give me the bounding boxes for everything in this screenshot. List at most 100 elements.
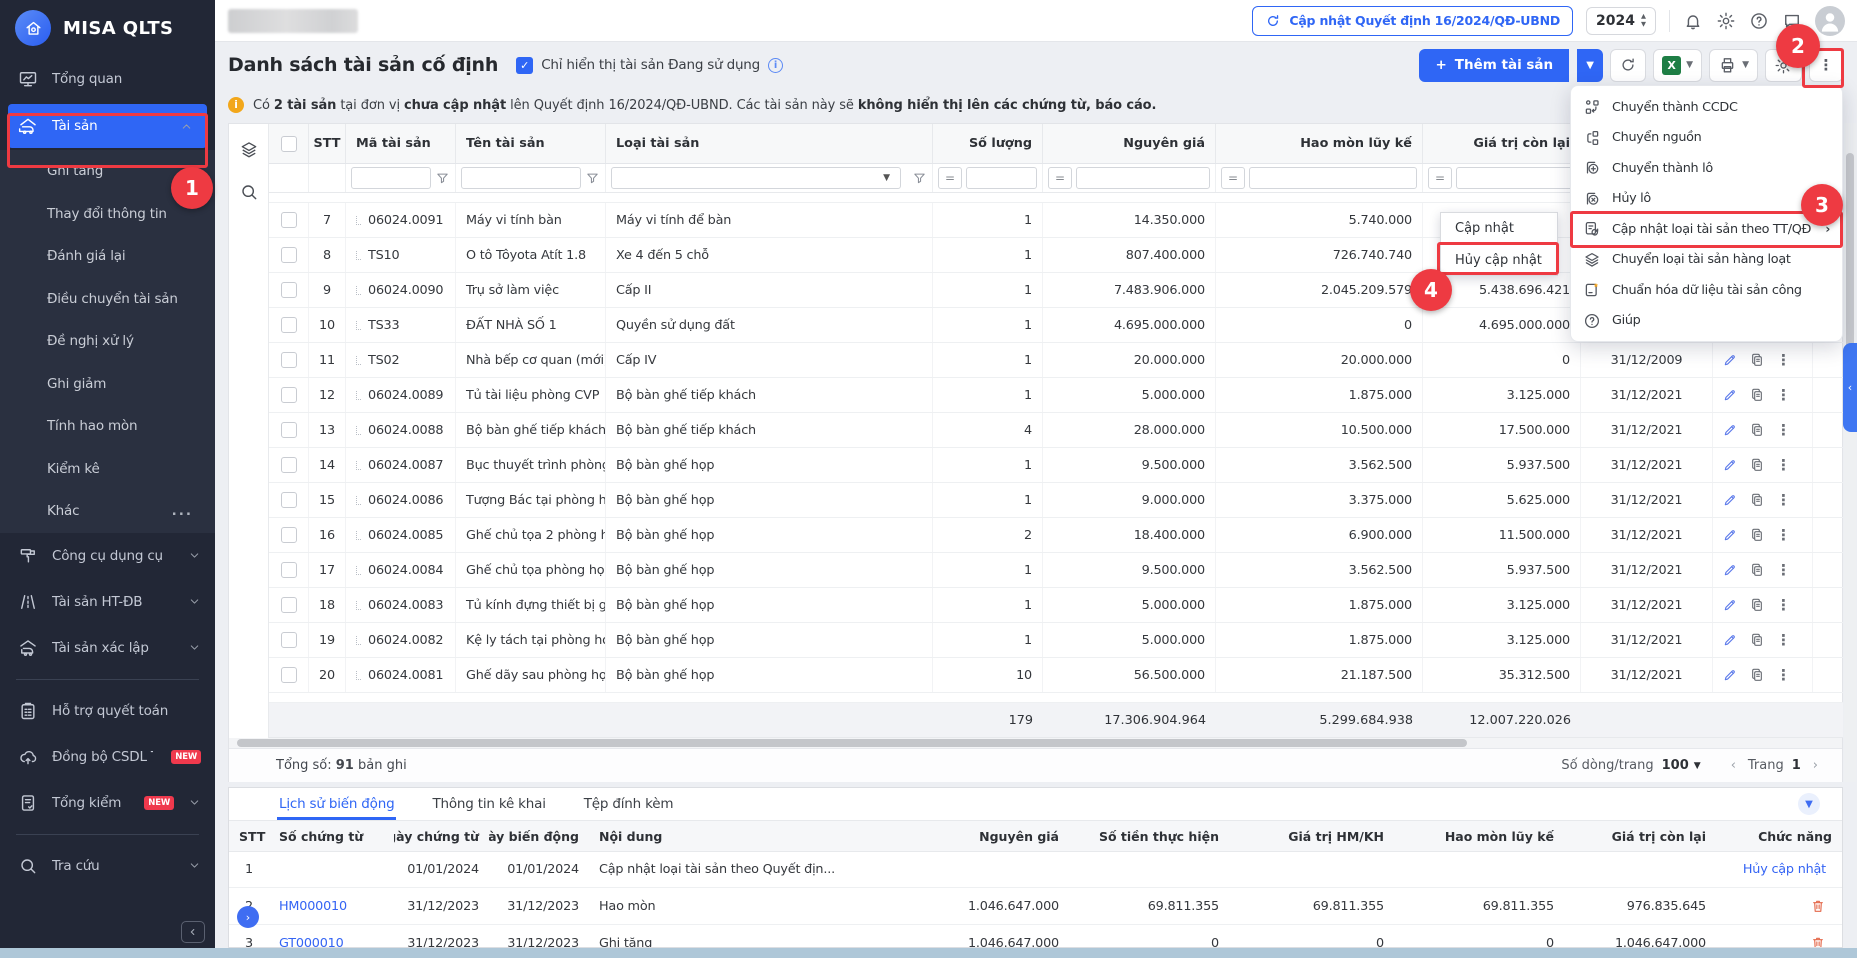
row-menu-icon[interactable]: ⋮ bbox=[1776, 526, 1791, 544]
sidebar-subitem[interactable]: Khác... bbox=[0, 490, 215, 533]
sidebar-collapse-button[interactable] bbox=[181, 921, 205, 943]
sidebar-item[interactable]: Tổng quan bbox=[0, 56, 215, 102]
drag-handle-icon[interactable] bbox=[356, 461, 361, 470]
filter-code[interactable] bbox=[346, 164, 456, 192]
tab-tệp-đính-kèm[interactable]: Tệp đính kèm bbox=[582, 790, 676, 820]
drag-handle-icon[interactable] bbox=[356, 216, 361, 225]
table-row[interactable]: 1606024.0085Ghế chủ tọa 2 phòng họp chủ … bbox=[269, 518, 1843, 553]
filter-cost[interactable]: = bbox=[1043, 164, 1216, 192]
rows-per-page-select[interactable]: 100 ▼ bbox=[1662, 758, 1701, 773]
document-link[interactable]: GT000010 bbox=[279, 936, 344, 949]
row-menu-icon[interactable]: ⋮ bbox=[1776, 421, 1791, 439]
row-menu-icon[interactable]: ⋮ bbox=[1776, 456, 1791, 474]
history-column-hmkh[interactable]: Giá trị HM/KH bbox=[1229, 821, 1394, 851]
drag-handle-icon[interactable] bbox=[356, 391, 361, 400]
filter-cost-input[interactable] bbox=[1076, 167, 1210, 189]
row-menu-icon[interactable]: ⋮ bbox=[1776, 631, 1791, 649]
table-row[interactable]: 1806024.0083Tủ kính đựng thiết bị giưac … bbox=[269, 588, 1843, 623]
menu-item[interactable]: Giúp bbox=[1571, 306, 1842, 337]
table-row[interactable]: 1306024.0088Bộ bàn ghế tiếp kháchBộ bàn … bbox=[269, 413, 1843, 448]
sidebar-item[interactable]: Đồng bộ CSDL TSCNEW bbox=[0, 734, 215, 780]
column-header-dep[interactable]: Hao mòn lũy kế bbox=[1216, 124, 1423, 163]
drag-handle-icon[interactable] bbox=[356, 356, 361, 365]
row-checkbox[interactable] bbox=[281, 457, 297, 473]
drag-handle-icon[interactable] bbox=[356, 426, 361, 435]
history-column-amount[interactable]: Số tiền thực hiện bbox=[1069, 821, 1229, 851]
right-panel-toggle[interactable]: ‹ bbox=[1843, 343, 1857, 432]
add-asset-caret-button[interactable]: ▼ bbox=[1577, 49, 1603, 82]
sidebar-subitem[interactable]: Tính hao mòn bbox=[0, 405, 215, 448]
cancel-update-link[interactable]: Hủy cập nhật bbox=[1743, 862, 1826, 877]
horizontal-scrollbar[interactable] bbox=[229, 738, 1842, 748]
sidebar-item[interactable]: Tài sản xác lập bbox=[0, 625, 215, 671]
column-header-code[interactable]: Mã tài sản bbox=[346, 124, 456, 163]
horizontal-scrollbar-thumb[interactable] bbox=[237, 739, 1467, 747]
table-row[interactable]: 2006024.0081Ghế dãy sau phòng họp BTVBộ … bbox=[269, 658, 1843, 693]
sidebar-subitem[interactable]: Đề nghị xử lý bbox=[0, 320, 215, 363]
menu-item[interactable]: Chuyển nguồn bbox=[1571, 123, 1842, 154]
row-checkbox[interactable] bbox=[281, 632, 297, 648]
select-all-checkbox-cell[interactable] bbox=[269, 124, 309, 163]
history-column-doc_date[interactable]: Ngày chứng từ bbox=[394, 821, 489, 851]
sidebar-subitem[interactable]: Kiểm kê bbox=[0, 448, 215, 491]
vertical-scrollbar[interactable] bbox=[1844, 123, 1856, 782]
history-column-remain[interactable]: Giá trị còn lại bbox=[1564, 821, 1716, 851]
column-header-qty[interactable]: Số lượng bbox=[933, 124, 1043, 163]
history-row[interactable]: 2HM00001031/12/202331/12/2023Hao mòn1.04… bbox=[229, 888, 1842, 925]
history-column-action[interactable]: Chức năng bbox=[1716, 821, 1842, 851]
row-menu-icon[interactable]: ⋮ bbox=[1776, 666, 1791, 684]
history-row[interactable]: 101/01/202401/01/2024Cập nhật loại tài s… bbox=[229, 852, 1842, 888]
table-row[interactable]: 1506024.0086Tượng Bác tại phòng hội trườ… bbox=[269, 483, 1843, 518]
sidebar-item[interactable]: Tổng kiểm kêNEW bbox=[0, 780, 215, 826]
menu-item[interactable]: Chuyển thành lô bbox=[1571, 153, 1842, 184]
row-checkbox[interactable] bbox=[281, 212, 297, 228]
drag-handle-icon[interactable] bbox=[356, 531, 361, 540]
select-all-checkbox[interactable] bbox=[281, 136, 297, 152]
table-row[interactable]: 1906024.0082Kệ ly tách tại phòng họp BTV… bbox=[269, 623, 1843, 658]
context-menu-item[interactable]: Hủy cập nhật bbox=[1441, 244, 1557, 275]
filter-dep-input[interactable] bbox=[1249, 167, 1417, 189]
table-row[interactable]: 1206024.0089Tủ tài liệu phòng CVPBộ bàn … bbox=[269, 378, 1843, 413]
row-checkbox[interactable] bbox=[281, 282, 297, 298]
row-checkbox[interactable] bbox=[281, 317, 297, 333]
help-question-icon[interactable] bbox=[1749, 11, 1769, 31]
filter-code-input[interactable] bbox=[351, 167, 431, 189]
app-logo[interactable]: MISA QLTS bbox=[0, 0, 215, 56]
expand-detail-button[interactable]: › bbox=[237, 906, 259, 928]
layers-icon[interactable] bbox=[239, 140, 259, 160]
more-dots-icon[interactable]: ... bbox=[172, 503, 215, 519]
column-header-name[interactable]: Tên tài sản bbox=[456, 124, 606, 163]
settings-gear-icon[interactable] bbox=[1716, 11, 1736, 31]
row-menu-icon[interactable]: ⋮ bbox=[1776, 561, 1791, 579]
row-checkbox[interactable] bbox=[281, 247, 297, 263]
drag-handle-icon[interactable] bbox=[356, 321, 361, 330]
drag-handle-icon[interactable] bbox=[356, 286, 361, 295]
filter-remain[interactable]: = bbox=[1423, 164, 1581, 192]
table-row[interactable]: 11TS02Nhà bếp cơ quan (mới)Cấp IV120.000… bbox=[269, 343, 1843, 378]
refresh-button[interactable] bbox=[1610, 49, 1646, 82]
row-checkbox[interactable] bbox=[281, 352, 297, 368]
row-checkbox[interactable] bbox=[281, 597, 297, 613]
table-row[interactable]: 1706024.0084Ghế chủ tọa phòng họp chủ tr… bbox=[269, 553, 1843, 588]
history-column-dep[interactable]: Hao mòn lũy kế bbox=[1394, 821, 1564, 851]
sidebar-item[interactable]: Tài sản bbox=[8, 104, 207, 148]
menu-item[interactable]: Cập nhật loại tài sản theo TT/QĐ› bbox=[1571, 214, 1842, 245]
row-menu-icon[interactable]: ⋮ bbox=[1776, 596, 1791, 614]
filter-remain-input[interactable] bbox=[1456, 167, 1575, 189]
equals-operator[interactable]: = bbox=[938, 167, 962, 189]
drag-handle-icon[interactable] bbox=[356, 566, 361, 575]
prev-page-button[interactable]: ‹ bbox=[1727, 758, 1740, 773]
row-checkbox[interactable] bbox=[281, 492, 297, 508]
history-column-change_date[interactable]: Ngày biến động bbox=[489, 821, 589, 851]
menu-item[interactable]: Chuyển loại tài sản hàng loạt bbox=[1571, 245, 1842, 276]
filter-name-input[interactable] bbox=[461, 167, 581, 189]
drag-handle-icon[interactable] bbox=[356, 636, 361, 645]
notifications-bell-icon[interactable] bbox=[1683, 11, 1703, 31]
filter-qty[interactable]: = bbox=[933, 164, 1043, 192]
sidebar-subitem[interactable]: Ghi giảm bbox=[0, 363, 215, 406]
history-column-stt[interactable]: STT bbox=[229, 821, 269, 851]
row-checkbox[interactable] bbox=[281, 387, 297, 403]
drag-handle-icon[interactable] bbox=[356, 251, 361, 260]
filter-name[interactable] bbox=[456, 164, 606, 192]
history-row[interactable]: 3GT00001031/12/202331/12/2023Ghi tăng1.0… bbox=[229, 925, 1842, 948]
